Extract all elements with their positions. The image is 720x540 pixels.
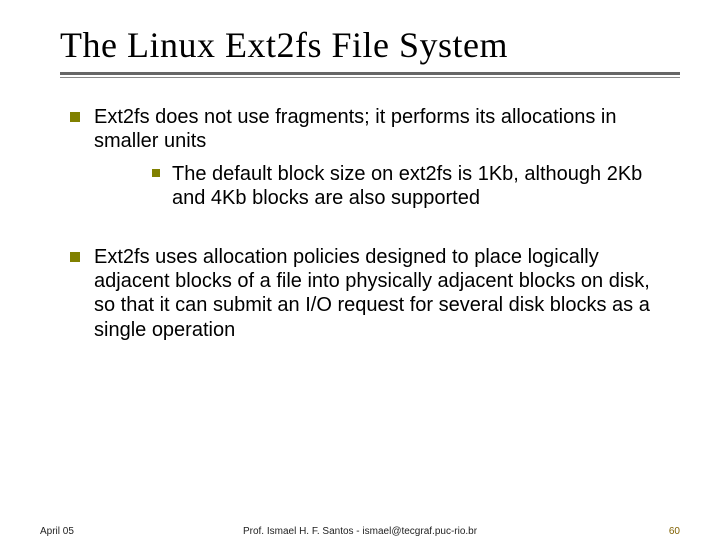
- bullet-text: The default block size on ext2fs is 1Kb,…: [172, 163, 642, 209]
- footer-page-number: 60: [669, 526, 680, 537]
- slide-title: The Linux Ext2fs File System: [60, 24, 680, 66]
- footer-author: Prof. Ismael H. F. Santos - ismael@tecgr…: [40, 526, 680, 537]
- bullet-text: Ext2fs does not use fragments; it perfor…: [94, 106, 616, 152]
- bullet-level1: Ext2fs does not use fragments; it perfor…: [60, 105, 670, 211]
- bullet-text: Ext2fs uses allocation policies designed…: [94, 246, 650, 341]
- title-underline: [60, 72, 680, 79]
- bullet-level2: The default block size on ext2fs is 1Kb,…: [128, 162, 660, 211]
- bullet-level1: Ext2fs uses allocation policies designed…: [60, 245, 670, 343]
- slide-content: Ext2fs does not use fragments; it perfor…: [60, 105, 680, 342]
- slide: The Linux Ext2fs File System Ext2fs does…: [0, 0, 720, 540]
